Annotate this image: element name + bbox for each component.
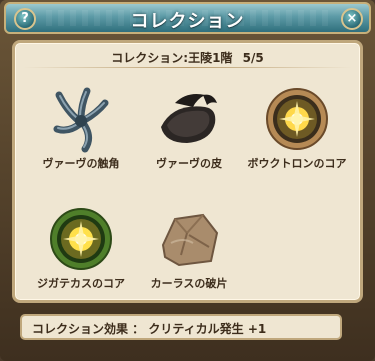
help-button[interactable]: ? [14,8,36,30]
window-title: コレクション [130,11,245,32]
close-button[interactable]: × [341,8,363,30]
collection-name: コレクション:王陵1階 [111,51,233,65]
collection-item[interactable]: ヴァーヴの触角 [31,83,131,170]
tentacle-icon [45,83,117,155]
item-label: カーラスの破片 [150,277,228,290]
collection-window: コレクション ? × コレクション:王陵1階 5/5 ヴァーヴの触角 ヴァーヴの… [0,0,375,361]
collection-item[interactable]: カーラスの破片 [139,203,239,290]
collection-item[interactable]: ジガテカスのコア [31,203,131,290]
divider [23,67,352,68]
core-orb-green-icon [45,203,117,275]
item-label: ボウクトロンのコア [247,157,347,170]
collection-effect-bar: コレクション効果 ： クリティカル発生 +1 [20,314,342,340]
collection-heading: コレクション:王陵1階 5/5 [15,49,360,66]
collection-count: 5/5 [242,51,264,65]
collection-item[interactable]: ヴァーヴの皮 [139,83,239,170]
rock-shard-icon [153,203,225,275]
item-label: ジガテカスのコア [37,277,125,290]
collection-effect-text: コレクション効果 ： クリティカル発生 +1 [32,322,267,336]
item-label: ヴァーヴの皮 [156,157,222,170]
item-label: ヴァーヴの触角 [42,157,120,170]
hide-icon [153,83,225,155]
core-orb-gold-icon [261,83,333,155]
collection-panel: コレクション:王陵1階 5/5 ヴァーヴの触角 ヴァーヴの皮 ボウクトロンのコア… [12,40,363,303]
collection-item[interactable]: ボウクトロンのコア [247,83,347,170]
title-bar: コレクション [4,2,371,34]
